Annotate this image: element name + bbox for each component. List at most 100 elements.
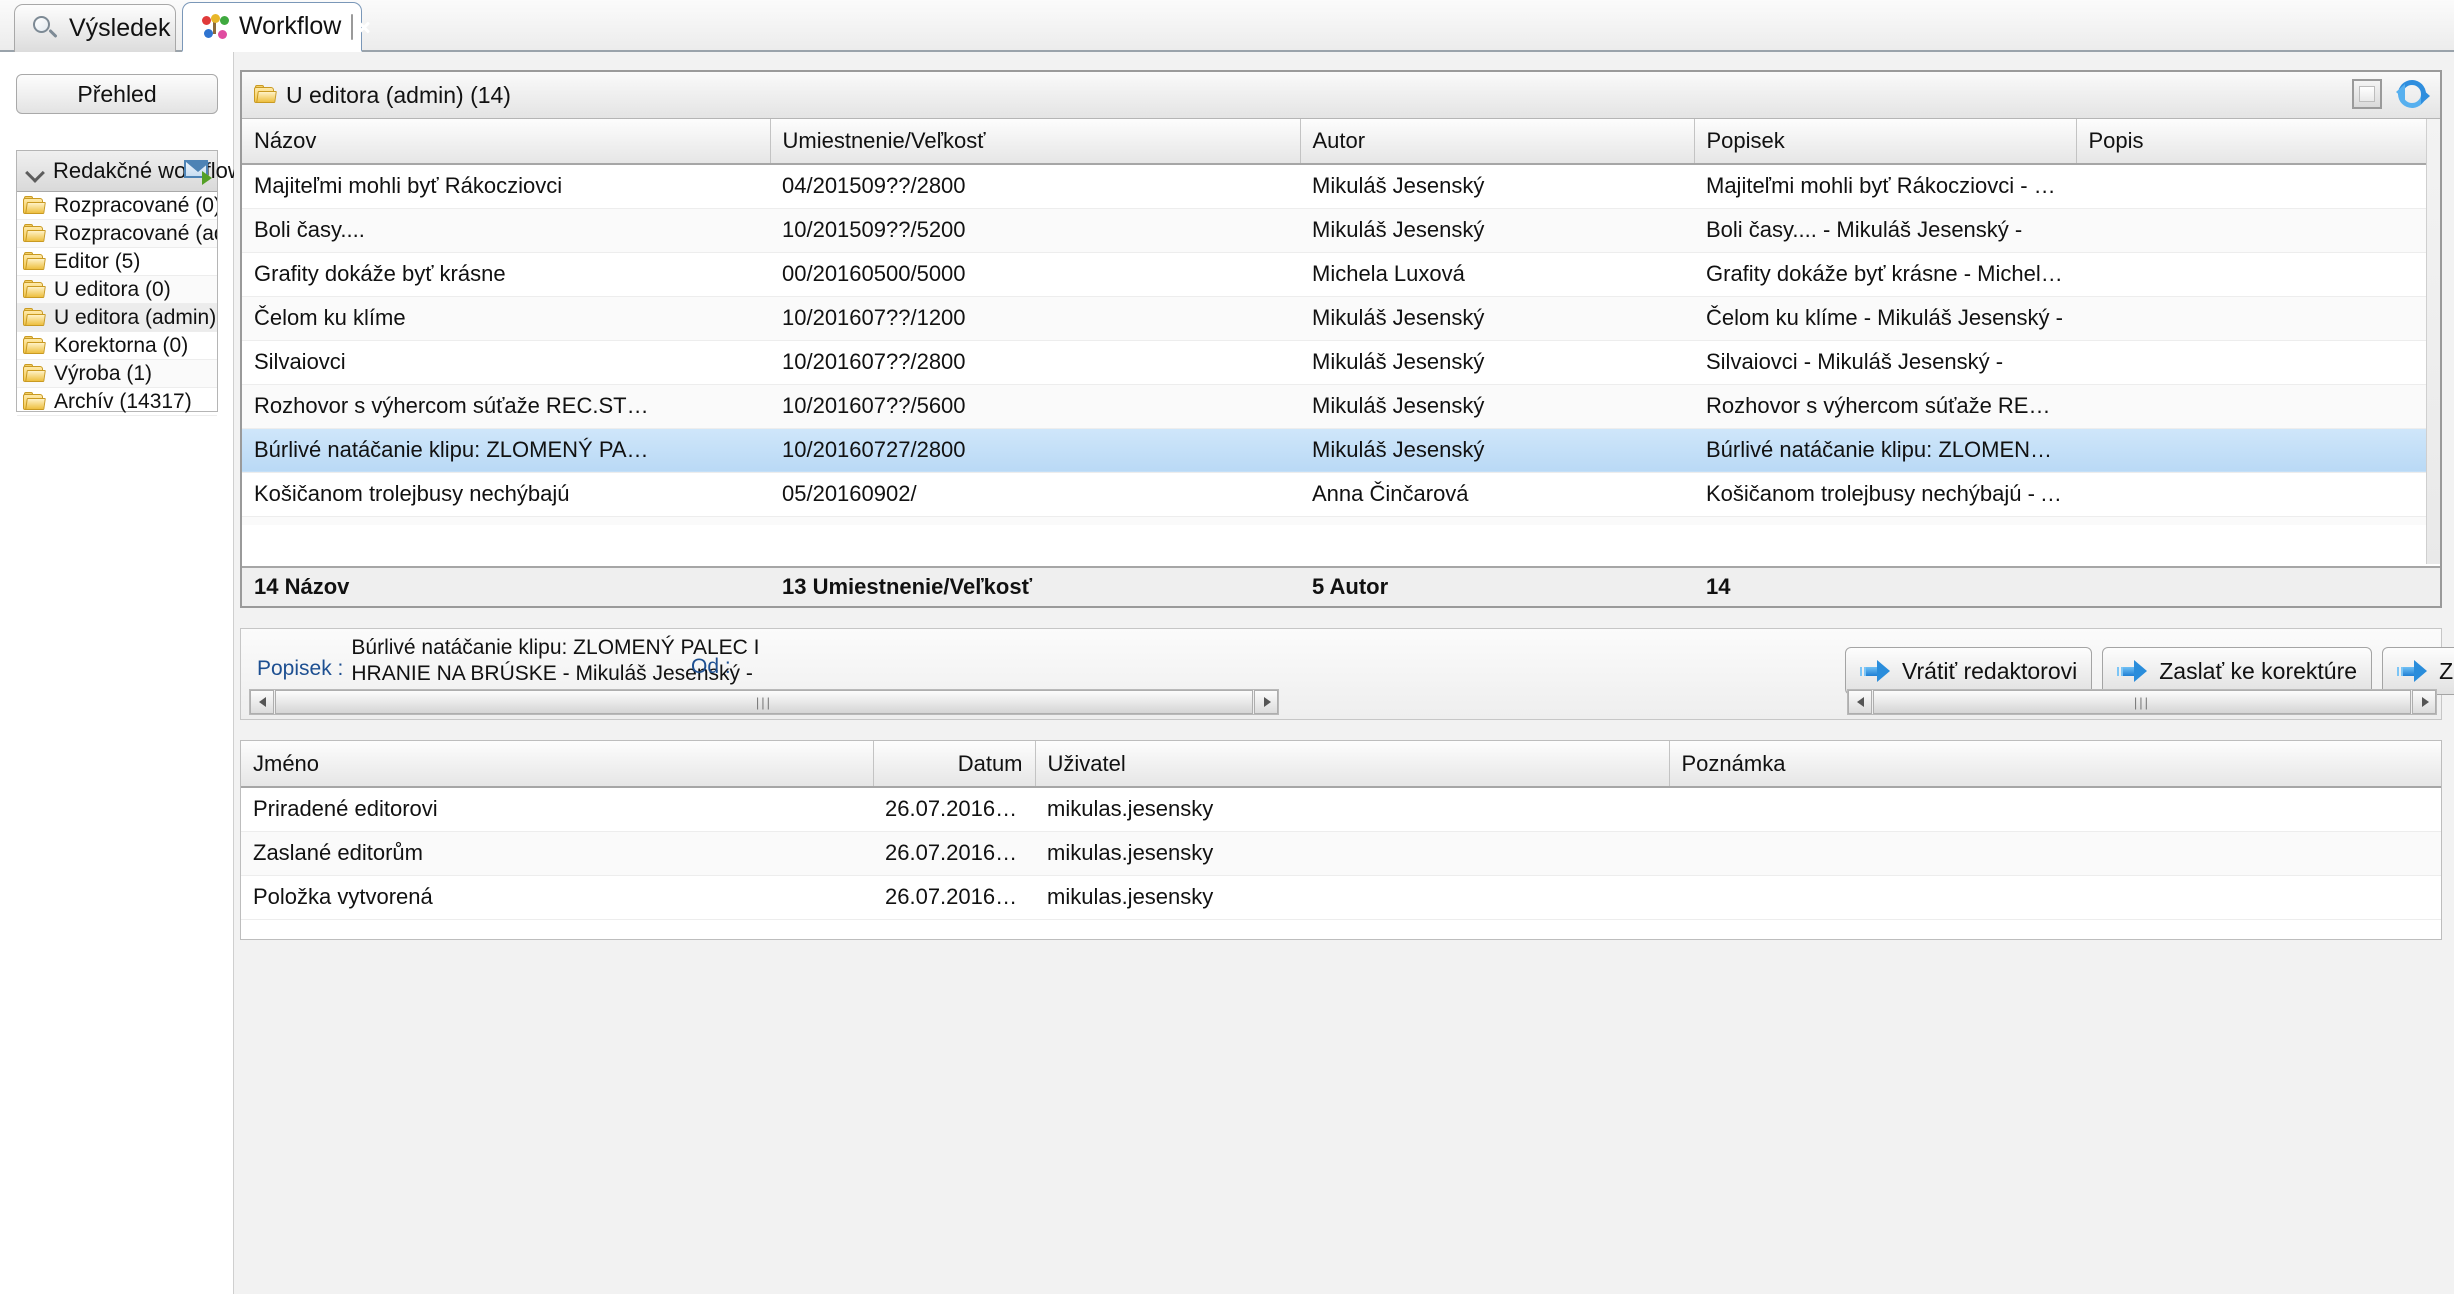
detail-left-scrollbar[interactable]: ||| xyxy=(249,689,1279,715)
table-row[interactable]: Silvaiovci 10/201607??/2800 Mikuláš Jese… xyxy=(242,340,2440,385)
summary-popisek: 14 xyxy=(1706,574,1731,599)
detail-action-buttons: Vrátiť redaktorovi Zaslať ke korektúre Z… xyxy=(1845,647,2454,695)
tab-workflow[interactable]: Workflow xyxy=(182,2,362,52)
cell-popis xyxy=(2076,428,2428,473)
items-panel-title: U editora (admin) (14) xyxy=(286,81,511,108)
cell-jmeno: Položka vytvorená xyxy=(241,875,873,920)
folder-icon xyxy=(23,223,46,243)
overview-button[interactable]: Přehled xyxy=(16,74,218,114)
cell-poznamka xyxy=(1669,831,2441,876)
scroll-right-icon[interactable] xyxy=(1254,690,1278,714)
table-row[interactable]: Majiteľmi mohli byť Rákocziovci 04/20150… xyxy=(242,164,2440,209)
workflow-application-window: Výsledek Workflow Přehled Redakčné workf… xyxy=(0,0,2454,1294)
cell-umiestnenie: 10/201509??/5200 xyxy=(770,208,1300,253)
cell-umiestnenie: 00/20160500/5000 xyxy=(770,252,1300,297)
column-header-umiestnenie[interactable]: Umiestnenie/Veľkosť xyxy=(770,119,1301,165)
cell-popisek: Boli časy.... - Mikuláš Jesenský - xyxy=(1694,208,2076,253)
scroll-right-icon[interactable] xyxy=(2412,690,2436,714)
scroll-left-icon[interactable] xyxy=(1848,690,1872,714)
table-row[interactable]: Búrlivé natáčanie klipu: ZLOMENÝ PA… 10/… xyxy=(242,428,2440,473)
column-header-poznamka[interactable]: Poznámka xyxy=(1669,741,2441,788)
sidebar: Přehled Redakčné workflow Rozpracované (… xyxy=(0,52,244,1294)
history-row[interactable]: Zaslané editorům 26.07.2016 10:15 mikula… xyxy=(241,831,2441,876)
workflow-icon xyxy=(201,13,229,40)
cell-nazov: Grafity dokáže byť krásne xyxy=(242,252,770,297)
cell-popis xyxy=(2076,164,2428,209)
send-to-production-button[interactable]: Zaslať do výroby xyxy=(2382,647,2454,695)
items-table: Názov Umiestnenie/Veľkosť Autor Popisek … xyxy=(242,119,2440,525)
return-to-editor-button[interactable]: Vrátiť redaktorovi xyxy=(1845,647,2093,695)
table-row[interactable]: Čelom ku klíme 10/201607??/1200 Mikuláš … xyxy=(242,296,2440,341)
square-toggle-icon[interactable] xyxy=(2352,79,2382,109)
column-header-popis[interactable]: Popis xyxy=(2076,119,2429,165)
send-to-proofreading-button[interactable]: Zaslať ke korektúre xyxy=(2102,647,2373,695)
table-row[interactable]: Košičanom trolejbusy nechýbajú 05/201609… xyxy=(242,472,2440,517)
cell-nazov: Z histórie starej židovskej cesty + VID… xyxy=(242,516,770,525)
history-row[interactable]: Položka vytvorená 26.07.2016 10:14 mikul… xyxy=(241,875,2441,920)
sidebar-item-u-editora[interactable]: U editora (0) xyxy=(17,276,217,304)
column-header-jmeno[interactable]: Jméno xyxy=(241,741,874,788)
sidebar-item-label: U editora (0) xyxy=(54,277,171,301)
column-header-autor[interactable]: Autor xyxy=(1300,119,1695,165)
cell-popis xyxy=(2076,516,2428,525)
cell-uzivatel: mikulas.jesensky xyxy=(1035,831,1669,876)
sidebar-item-label: Korektorna (0) xyxy=(54,333,189,357)
workflow-group-title: Redakčné workflow xyxy=(53,158,244,183)
folder-icon xyxy=(23,335,46,355)
cell-autor: Mikuláš Jesenský xyxy=(1300,340,1694,385)
cell-nazov: Silvaiovci xyxy=(242,340,770,385)
items-panel: U editora (admin) (14) Názov Umiestnenie… xyxy=(240,70,2442,608)
cell-umiestnenie: 10/201607??/1200 xyxy=(770,296,1300,341)
arrow-right-icon xyxy=(1860,660,1892,682)
cell-autor: Michela Luxová xyxy=(1300,252,1694,297)
tab-vysledek-label: Výsledek xyxy=(69,14,171,42)
history-table: Jméno Datum Uživatel Poznámka Priradené … xyxy=(241,741,2441,920)
grid-vertical-scrollbar[interactable] xyxy=(2426,119,2440,564)
workflow-group-header[interactable]: Redakčné workflow xyxy=(17,151,244,192)
chevron-down-icon[interactable] xyxy=(25,161,45,181)
cell-popisek: Grafity dokáže byť krásne - Michela L… xyxy=(1694,252,2076,297)
cell-nazov: Boli časy.... xyxy=(242,208,770,253)
column-header-nazov[interactable]: Názov xyxy=(242,119,771,165)
scroll-thumb[interactable]: ||| xyxy=(275,690,1253,714)
cell-autor: Mikuláš Jesenský xyxy=(1300,384,1694,429)
tab-workflow-label: Workflow xyxy=(239,12,342,40)
sidebar-item-archiv[interactable]: Archív (14317) xyxy=(17,388,217,416)
tab-vysledek[interactable]: Výsledek xyxy=(14,4,176,52)
items-panel-header: U editora (admin) (14) xyxy=(242,72,2440,119)
column-header-datum[interactable]: Datum xyxy=(873,741,1036,788)
cell-nazov: Čelom ku klíme xyxy=(242,296,770,341)
sidebar-item-label: Výroba (1) xyxy=(54,361,153,385)
sidebar-item-vyroba[interactable]: Výroba (1) xyxy=(17,360,217,388)
arrow-right-icon xyxy=(2117,660,2149,682)
items-summary-row: 14 Názov 13 Umiestnenie/Veľkosť 5 Autor … xyxy=(242,566,2440,606)
column-header-popisek[interactable]: Popisek xyxy=(1694,119,2077,165)
table-row[interactable]: Boli časy.... 10/201509??/5200 Mikuláš J… xyxy=(242,208,2440,253)
column-header-uzivatel[interactable]: Uživatel xyxy=(1035,741,1670,788)
sidebar-item-label: Editor (5) xyxy=(54,249,141,273)
cell-datum: 26.07.2016 10:14 xyxy=(873,875,1035,920)
cell-autor: Jana Vargová xyxy=(1300,516,1694,525)
cell-nazov: Košičanom trolejbusy nechýbajú xyxy=(242,472,770,517)
sidebar-item-rozpracovane-admin[interactable]: Rozpracované (admin) … xyxy=(17,220,217,248)
cell-uzivatel: mikulas.jesensky xyxy=(1035,875,1669,920)
cell-umiestnenie: 04/201509??/2800 xyxy=(770,164,1300,209)
table-row[interactable]: Grafity dokáže byť krásne 00/20160500/50… xyxy=(242,252,2440,297)
scroll-left-icon[interactable] xyxy=(250,690,274,714)
scroll-thumb[interactable]: ||| xyxy=(1873,690,2411,714)
sidebar-item-editor[interactable]: Editor (5) xyxy=(17,248,217,276)
detail-right-scrollbar[interactable]: ||| xyxy=(1847,689,2437,715)
table-row[interactable]: Z histórie starej židovskej cesty + VID…… xyxy=(242,516,2440,525)
items-grid[interactable]: Názov Umiestnenie/Veľkosť Autor Popisek … xyxy=(242,119,2440,525)
refresh-icon[interactable] xyxy=(2396,78,2430,110)
sidebar-item-label: Rozpracované (0) xyxy=(54,193,217,217)
cell-poznamka xyxy=(1669,787,2441,832)
close-icon[interactable] xyxy=(351,13,354,40)
sidebar-item-rozpracovane[interactable]: Rozpracované (0) xyxy=(17,192,217,220)
envelope-forward-icon[interactable] xyxy=(184,158,212,185)
cell-autor: Anna Činčarová xyxy=(1300,472,1694,517)
sidebar-item-korektorna[interactable]: Korektorna (0) xyxy=(17,332,217,360)
sidebar-item-u-editora-admin[interactable]: U editora (admin) (14) xyxy=(17,304,217,332)
table-row[interactable]: Rozhovor s výhercom súťaže REC.ST… 10/20… xyxy=(242,384,2440,429)
history-row[interactable]: Priradené editorovi 26.07.2016 10:15 mik… xyxy=(241,787,2441,832)
